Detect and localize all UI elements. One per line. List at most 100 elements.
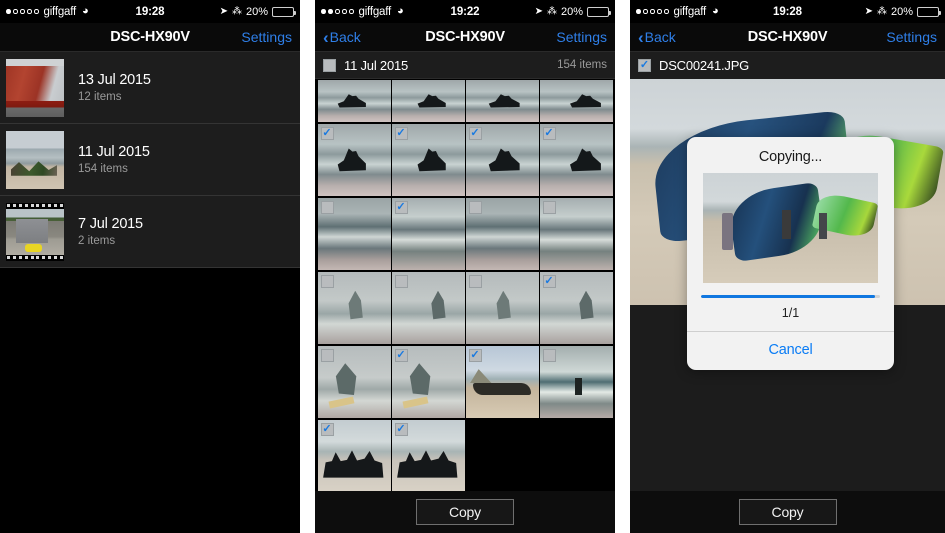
thumbnail-checkbox[interactable]: ✓ [394, 275, 408, 288]
select-all-checkbox[interactable]: ✓ [323, 58, 336, 72]
battery-percent-label: 20% [890, 5, 913, 18]
thumbnail-cell[interactable] [539, 80, 613, 122]
thumbnail-checkbox[interactable]: ✓ [320, 201, 334, 214]
thumbnail-checkbox[interactable]: ✓ [542, 349, 556, 362]
album-date: 11 Jul 2015 [78, 144, 150, 160]
thumbnail-cell[interactable]: ✓ [317, 346, 391, 418]
thumbnail-cell[interactable] [317, 80, 391, 122]
thumbnail-cell[interactable]: ✓ [317, 198, 391, 270]
album-thumbnail-video [6, 202, 64, 261]
panel-divider [615, 0, 630, 533]
thumbnail-checkbox[interactable]: ✓ [542, 127, 556, 140]
thumbnail-cell[interactable]: ✓ [465, 272, 539, 344]
thumbnail-cell[interactable]: ✓ [391, 420, 465, 492]
status-left: giffgaff ◕ [6, 6, 89, 18]
thumbnail-checkbox[interactable]: ✓ [320, 423, 334, 436]
cancel-button[interactable]: Cancel [687, 332, 894, 370]
thumbnail-cell[interactable]: ✓ [391, 198, 465, 270]
nav-bar: ‹ Back DSC-HX90V Settings [630, 23, 945, 52]
signal-dots-icon [636, 9, 669, 14]
album-row[interactable]: 13 Jul 2015 12 items [0, 52, 300, 124]
panel-divider [300, 0, 315, 533]
copying-dialog: Copying... 1/1 Cancel [687, 137, 894, 370]
thumbnail-cell[interactable]: ✓ [539, 124, 613, 196]
screenshot-root: giffgaff ◕ 19:28 ➤ ⁂ 20% DSC-HX90V Setti… [0, 0, 945, 533]
bluetooth-icon: ⁂ [231, 6, 242, 17]
thumbnail-cell[interactable]: ✓ [465, 198, 539, 270]
thumbnail-cell[interactable]: ✓ [391, 124, 465, 196]
thumbnail-checkbox[interactable]: ✓ [542, 201, 556, 214]
phone-screen-copying-dialog: giffgaff ◕ 19:28 ➤ ⁂ 20% ‹ Back DSC-HX90… [630, 0, 945, 533]
thumbnail-cell[interactable]: ✓ [465, 124, 539, 196]
battery-icon [587, 6, 611, 17]
thumbnail-checkbox[interactable]: ✓ [320, 275, 334, 288]
location-arrow-icon: ➤ [534, 6, 543, 17]
status-right: ➤ ⁂ 20% [865, 5, 941, 18]
thumbnail-checkbox[interactable]: ✓ [394, 127, 408, 140]
file-header: ✓ DSC00241.JPG [630, 52, 945, 79]
album-thumbnail [6, 130, 64, 189]
phone-screen-thumbnail-grid: giffgaff ◕ 19:22 ➤ ⁂ 20% ‹ Back DSC-HX90… [315, 0, 615, 533]
thumbnail-cell[interactable] [465, 80, 539, 122]
progress-count-label: 1/1 [781, 306, 800, 320]
thumbnail-checkbox[interactable]: ✓ [394, 423, 408, 436]
thumbnail-checkbox[interactable]: ✓ [394, 201, 408, 214]
thumbnail-checkbox[interactable]: ✓ [468, 275, 482, 288]
album-row[interactable]: 11 Jul 2015 154 items [0, 124, 300, 196]
thumbnail-checkbox[interactable]: ✓ [542, 275, 556, 288]
album-row[interactable]: 7 Jul 2015 2 items [0, 196, 300, 268]
album-thumbnail [6, 58, 64, 117]
nav-bar: DSC-HX90V Settings [0, 23, 300, 52]
thumbnail-cell[interactable]: ✓ [317, 272, 391, 344]
thumbnail-cell[interactable]: ✓ [317, 420, 391, 492]
settings-button[interactable]: Settings [241, 29, 292, 45]
album-text: 7 Jul 2015 2 items [78, 216, 143, 247]
copy-button[interactable]: Copy [738, 499, 837, 525]
album-count: 2 items [78, 235, 116, 247]
film-sprocket-icon [6, 255, 64, 261]
thumbnail-cell[interactable]: ✓ [391, 272, 465, 344]
album-list: 13 Jul 2015 12 items 11 Jul 2015 154 ite… [0, 52, 300, 533]
battery-percent-label: 20% [245, 5, 268, 18]
wifi-icon: ◕ [712, 5, 719, 17]
dialog-title: Copying... [758, 149, 823, 165]
phone-screen-album-list: giffgaff ◕ 19:28 ➤ ⁂ 20% DSC-HX90V Setti… [0, 0, 300, 533]
back-button-label: Back [644, 29, 676, 45]
thumbnail-checkbox[interactable]: ✓ [320, 349, 334, 362]
empty-list-area [0, 268, 300, 533]
thumbnail-cell[interactable]: ✓ [539, 198, 613, 270]
battery-icon [917, 6, 941, 17]
location-arrow-icon: ➤ [219, 6, 228, 17]
thumbnail-cell[interactable]: ✓ [317, 124, 391, 196]
thumbnail-checkbox[interactable]: ✓ [468, 349, 482, 362]
thumbnail-cell[interactable]: ✓ [465, 346, 539, 418]
wifi-icon: ◕ [397, 5, 404, 17]
back-button[interactable]: ‹ Back [323, 29, 361, 46]
dialog-preview-image [703, 173, 878, 283]
thumbnail-checkbox[interactable]: ✓ [468, 127, 482, 140]
thumbnail-checkbox[interactable]: ✓ [320, 127, 334, 140]
signal-dots-icon [321, 9, 354, 14]
album-subheader: ✓ 11 Jul 2015 154 items [315, 52, 615, 79]
status-left: giffgaff ◕ [321, 6, 404, 18]
album-date: 13 Jul 2015 [78, 72, 151, 88]
back-button[interactable]: ‹ Back [638, 29, 676, 46]
carrier-label: giffgaff [673, 5, 707, 18]
thumbnail-checkbox[interactable]: ✓ [394, 349, 408, 362]
back-button-label: Back [329, 29, 361, 45]
thumbnail-checkbox[interactable]: ✓ [468, 201, 482, 214]
status-right: ➤ ⁂ 20% [219, 5, 296, 18]
copy-button[interactable]: Copy [416, 499, 514, 525]
album-date: 7 Jul 2015 [78, 216, 143, 232]
settings-button[interactable]: Settings [886, 29, 937, 45]
settings-button[interactable]: Settings [556, 29, 607, 45]
file-checkbox[interactable]: ✓ [638, 59, 651, 72]
progress-area [687, 283, 894, 298]
thumbnail-cell[interactable] [391, 80, 465, 122]
thumbnail-cell[interactable]: ✓ [539, 346, 613, 418]
battery-percent-label: 20% [560, 5, 583, 18]
album-text: 11 Jul 2015 154 items [78, 144, 150, 175]
thumbnail-cell[interactable]: ✓ [539, 272, 613, 344]
bluetooth-icon: ⁂ [876, 6, 887, 17]
thumbnail-cell[interactable]: ✓ [391, 346, 465, 418]
